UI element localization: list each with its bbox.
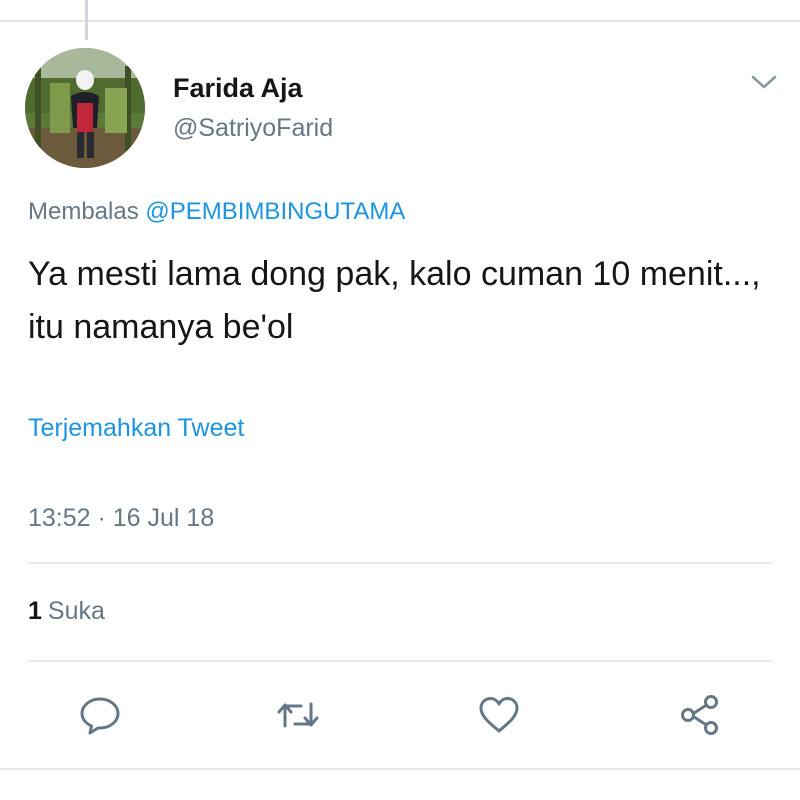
reply-prefix: Membalas xyxy=(28,198,139,225)
likes-summary[interactable]: 1 Suka xyxy=(28,597,105,626)
reply-mention-link[interactable]: @PEMBIMBINGUTAMA xyxy=(145,198,405,225)
bottom-divider xyxy=(0,768,800,770)
tweet-timestamp[interactable]: 13:52 · 16 Jul 18 xyxy=(28,504,214,533)
reply-context: Membalas @PEMBIMBINGUTAMA xyxy=(28,198,405,226)
avatar[interactable] xyxy=(25,48,145,168)
display-name[interactable]: Farida Aja xyxy=(173,73,303,104)
like-label: Suka xyxy=(47,597,105,625)
avatar-photo xyxy=(25,48,145,168)
like-count: 1 xyxy=(28,597,42,625)
chevron-down-icon xyxy=(751,75,777,89)
divider xyxy=(28,660,772,662)
tweet-text: Ya mesti lama dong pak, kalo cuman 10 me… xyxy=(28,255,761,346)
top-divider xyxy=(0,20,800,22)
more-options-button[interactable] xyxy=(748,70,780,94)
heart-icon xyxy=(479,697,519,733)
like-button[interactable] xyxy=(476,692,522,738)
divider xyxy=(28,562,772,564)
share-icon xyxy=(681,695,718,735)
translate-tweet-link[interactable]: Terjemahkan Tweet xyxy=(28,414,244,443)
reply-icon xyxy=(80,697,120,735)
thread-connector xyxy=(85,0,88,40)
retweet-icon xyxy=(277,702,319,728)
share-button[interactable] xyxy=(677,692,723,738)
reply-button[interactable] xyxy=(77,692,123,738)
retweet-button[interactable] xyxy=(275,692,321,738)
user-handle[interactable]: @SatriyoFarid xyxy=(173,114,333,143)
